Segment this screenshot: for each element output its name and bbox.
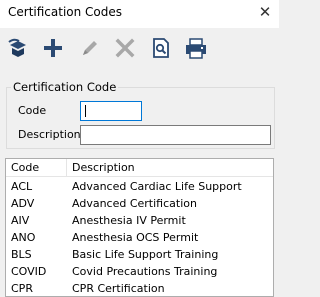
code-label: Code xyxy=(18,104,47,117)
row-code: ACL xyxy=(11,180,33,193)
row-code: BLS xyxy=(11,248,32,261)
row-description: Covid Precautions Training xyxy=(72,265,218,278)
table-row[interactable]: AIV Anesthesia IV Permit xyxy=(6,212,273,229)
certification-code-group: Certification Code Code Description xyxy=(6,78,275,149)
close-icon[interactable]: ✕ xyxy=(257,3,273,21)
row-description: Basic Life Support Training xyxy=(72,248,219,261)
table-header: Code Description xyxy=(6,159,273,177)
row-code: AIV xyxy=(11,214,30,227)
row-description: CPR Certification xyxy=(72,282,165,295)
save-exit-button[interactable] xyxy=(5,35,31,61)
row-description: Advanced Certification xyxy=(72,197,197,210)
row-description: Anesthesia IV Permit xyxy=(72,214,186,227)
table-row[interactable]: ADV Advanced Certification xyxy=(6,195,273,212)
window-title: Certification Codes xyxy=(8,5,123,19)
codes-table[interactable]: Code Description ACL Advanced Cardiac Li… xyxy=(5,158,274,297)
row-code: ANO xyxy=(11,231,36,244)
print-preview-icon xyxy=(153,38,169,58)
save-exit-icon xyxy=(8,38,26,57)
toolbar xyxy=(0,28,279,68)
printer-icon xyxy=(186,38,206,59)
column-header-code[interactable]: Code xyxy=(11,161,39,174)
code-input[interactable] xyxy=(80,101,142,121)
description-input[interactable] xyxy=(80,125,271,145)
row-description: Advanced Cardiac Life Support xyxy=(72,180,242,193)
text-caret xyxy=(85,105,86,117)
column-divider[interactable] xyxy=(66,159,67,176)
table-row[interactable]: COVID Covid Precautions Training xyxy=(6,263,273,280)
table-row[interactable]: ACL Advanced Cardiac Life Support xyxy=(6,178,273,195)
pencil-icon xyxy=(83,41,97,55)
table-row[interactable]: ANO Anesthesia OCS Permit xyxy=(6,229,273,246)
row-code: COVID xyxy=(11,265,47,278)
print-button[interactable] xyxy=(183,35,209,61)
row-code: CPR xyxy=(11,282,33,295)
description-label: Description xyxy=(18,128,81,141)
group-title: Certification Code xyxy=(11,80,119,94)
edit-button[interactable] xyxy=(77,35,103,61)
row-code: ADV xyxy=(11,197,35,210)
delete-button[interactable] xyxy=(112,35,138,61)
table-row[interactable]: CPR CPR Certification xyxy=(6,280,273,296)
title-bar: Certification Codes ✕ xyxy=(0,0,279,28)
add-button[interactable] xyxy=(40,35,66,61)
row-description: Anesthesia OCS Permit xyxy=(72,231,199,244)
print-preview-button[interactable] xyxy=(148,35,174,61)
table-row[interactable]: BLS Basic Life Support Training xyxy=(6,246,273,263)
x-icon xyxy=(115,38,135,58)
column-header-description[interactable]: Description xyxy=(72,161,135,174)
plus-icon xyxy=(44,39,62,57)
